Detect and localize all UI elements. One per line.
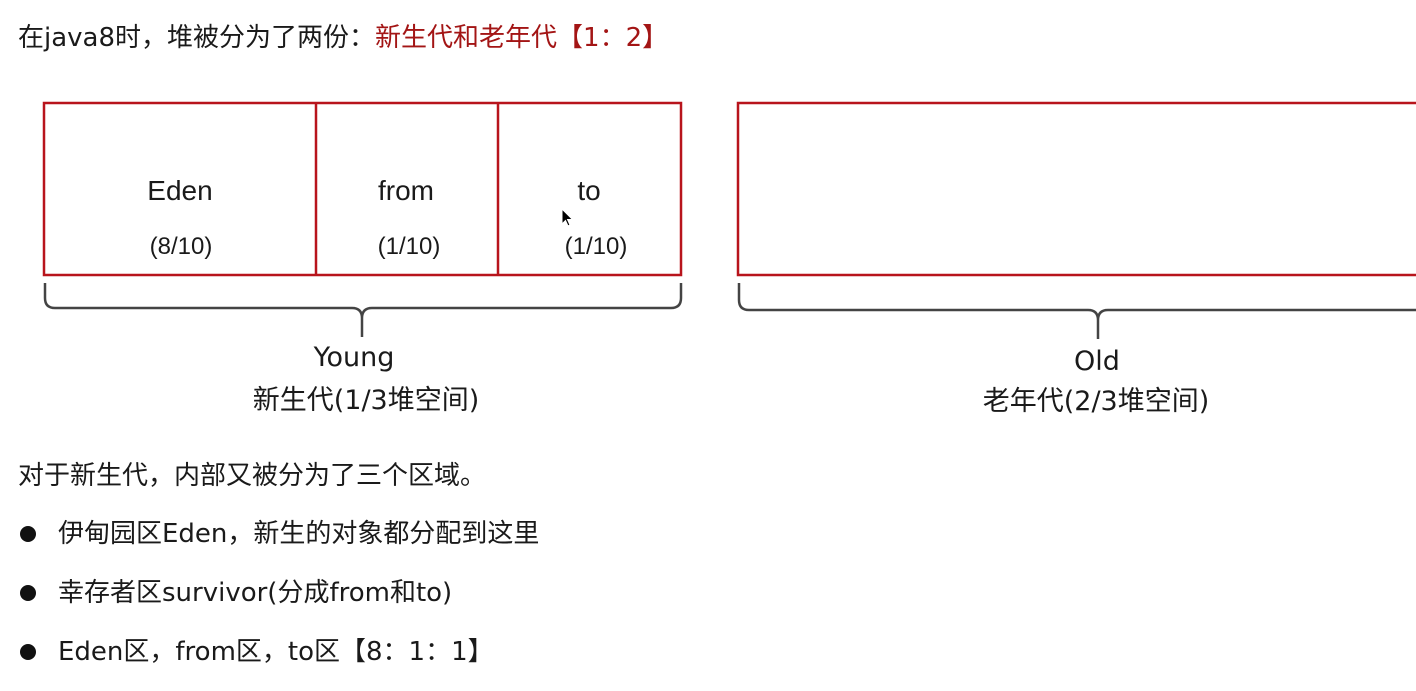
eden-cell-label: Eden <box>147 175 212 206</box>
bullet-text: 伊甸园区Eden，新生的对象都分配到这里 <box>58 519 540 549</box>
to-cell-ratio: (1/10) <box>565 233 628 260</box>
from-cell-label: from <box>378 175 434 206</box>
old-gen-brace <box>737 283 1416 339</box>
old-gen-label-zh: 老年代(2/3堆空间) <box>983 386 1210 417</box>
young-gen-brace <box>43 283 683 337</box>
eden-cell-ratio: (8/10) <box>150 233 213 260</box>
bullet-dot-icon <box>20 644 36 660</box>
bullet-dot-icon <box>20 526 36 542</box>
to-cell-label: to <box>577 175 600 206</box>
bullet-text: 幸存者区survivor(分成from和to) <box>58 578 453 608</box>
mouse-cursor-icon <box>561 208 574 227</box>
region-bullet-list: 伊甸园区Eden，新生的对象都分配到这里 幸存者区survivor(分成from… <box>18 514 539 691</box>
old-gen-label-en: Old <box>1074 346 1120 377</box>
from-cell-ratio: (1/10) <box>378 233 441 260</box>
bullet-item-ratio: Eden区，from区，to区【8：1：1】 <box>18 632 539 691</box>
old-gen-box <box>736 101 1416 277</box>
young-gen-label-en: Young <box>313 342 395 373</box>
bullet-item-survivor: 幸存者区survivor(分成from和to) <box>18 573 539 632</box>
young-gen-description: 对于新生代，内部又被分为了三个区域。 <box>18 461 487 491</box>
bullet-text: Eden区，from区，to区【8：1：1】 <box>58 637 494 667</box>
bullet-dot-icon <box>20 585 36 601</box>
bullet-item-eden: 伊甸园区Eden，新生的对象都分配到这里 <box>18 514 539 573</box>
young-gen-label-zh: 新生代(1/3堆空间) <box>253 385 480 416</box>
